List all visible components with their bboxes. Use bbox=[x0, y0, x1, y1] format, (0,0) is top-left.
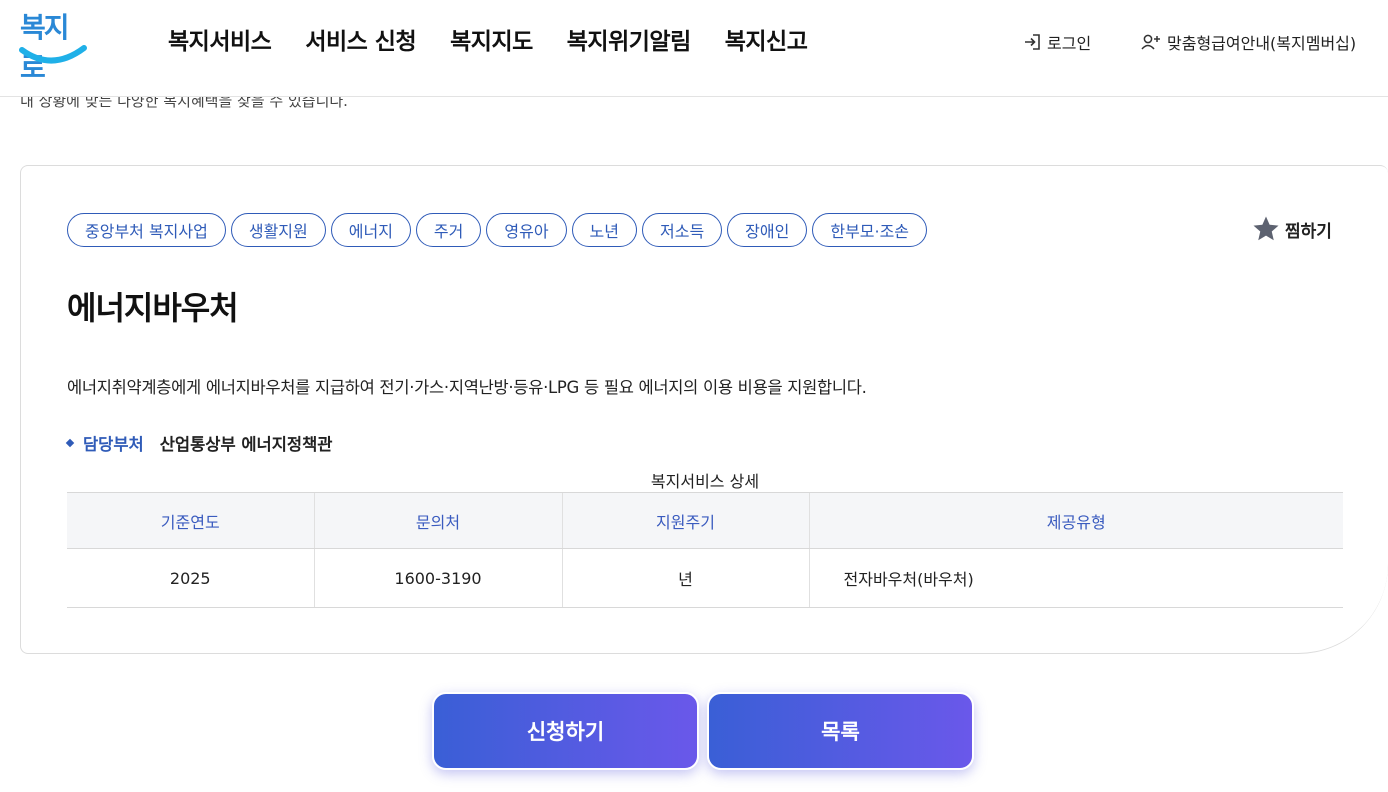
main-nav: 복지서비스 서비스 신청 복지지도 복지위기알림 복지신고 bbox=[168, 22, 841, 56]
list-button[interactable]: 목록 bbox=[707, 692, 974, 770]
tag-housing[interactable]: 주거 bbox=[415, 213, 482, 247]
service-card: 중앙부처 복지사업 생활지원 에너지 주거 영유아 노년 저소득 장애인 한부모… bbox=[20, 165, 1388, 654]
table-row: 2025 1600-3190 년 전자바우처(바우처) bbox=[67, 548, 1343, 608]
department-info: 담당부처 산업통상부 에너지정책관 bbox=[65, 431, 333, 455]
tag-living-support[interactable]: 생활지원 bbox=[230, 213, 326, 247]
tag-infant[interactable]: 영유아 bbox=[486, 213, 567, 247]
membership-link[interactable]: 맞춤형급여안내(복지멤버십) bbox=[1140, 30, 1356, 54]
logo-smile-icon bbox=[19, 45, 87, 64]
nav-crisis-alert[interactable]: 복지위기알림 bbox=[567, 22, 691, 56]
membership-label: 맞춤형급여안내(복지멤버십) bbox=[1167, 34, 1357, 53]
tag-central-ministry[interactable]: 중앙부처 복지사업 bbox=[67, 213, 226, 247]
nav-welfare-map[interactable]: 복지지도 bbox=[450, 22, 533, 56]
tag-energy[interactable]: 에너지 bbox=[330, 213, 411, 247]
department-label: 담당부처 bbox=[83, 435, 144, 454]
login-icon bbox=[1025, 34, 1040, 50]
user-add-icon bbox=[1141, 34, 1160, 50]
login-label: 로그인 bbox=[1047, 34, 1092, 53]
tag-single-parent[interactable]: 한부모·조손 bbox=[812, 213, 928, 247]
tag-elderly[interactable]: 노년 bbox=[571, 213, 637, 247]
category-tags: 중앙부처 복지사업 생활지원 에너지 주거 영유아 노년 저소득 장애인 한부모… bbox=[67, 213, 932, 247]
cell-base-year: 2025 bbox=[67, 548, 314, 608]
service-description: 에너지취약계층에게 에너지바우처를 지급하여 전기·가스·지역난방·등유·LPG… bbox=[67, 378, 867, 397]
header-base-year: 기준연도 bbox=[67, 492, 314, 549]
nav-welfare-services[interactable]: 복지서비스 bbox=[168, 22, 272, 56]
department-value: 산업통상부 에너지정책관 bbox=[159, 435, 333, 454]
nav-service-apply[interactable]: 서비스 신청 bbox=[305, 22, 416, 56]
header-support-cycle: 지원주기 bbox=[561, 492, 809, 549]
login-link[interactable]: 로그인 bbox=[1022, 30, 1091, 54]
header-provision-type: 제공유형 bbox=[808, 492, 1343, 549]
site-logo[interactable]: 복지로 bbox=[18, 6, 88, 84]
detail-table: 기준연도 문의처 지원주기 제공유형 2025 1600-3190 년 전자바우… bbox=[67, 492, 1343, 608]
cell-support-cycle: 년 bbox=[561, 548, 809, 608]
star-icon bbox=[1253, 216, 1279, 241]
favorite-button[interactable]: 찜하기 bbox=[1251, 214, 1332, 244]
nav-welfare-report[interactable]: 복지신고 bbox=[725, 22, 808, 56]
tag-low-income[interactable]: 저소득 bbox=[642, 213, 723, 247]
tag-disabled[interactable]: 장애인 bbox=[727, 213, 808, 247]
apply-button[interactable]: 신청하기 bbox=[432, 692, 699, 770]
cell-provision-type: 전자바우처(바우처) bbox=[808, 548, 1343, 608]
service-title: 에너지바우처 bbox=[67, 289, 239, 327]
cell-contact: 1600-3190 bbox=[313, 548, 562, 608]
bullet-icon bbox=[65, 438, 75, 448]
header-contact: 문의처 bbox=[313, 492, 562, 549]
favorite-label: 찜하기 bbox=[1285, 221, 1332, 242]
site-header: 복지로 복지서비스 서비스 신청 복지지도 복지위기알림 복지신고 로그인 맞춤… bbox=[0, 0, 1388, 97]
table-header-row: 기준연도 문의처 지원주기 제공유형 bbox=[67, 492, 1343, 549]
detail-table-caption: 복지서비스 상세 bbox=[650, 472, 760, 491]
